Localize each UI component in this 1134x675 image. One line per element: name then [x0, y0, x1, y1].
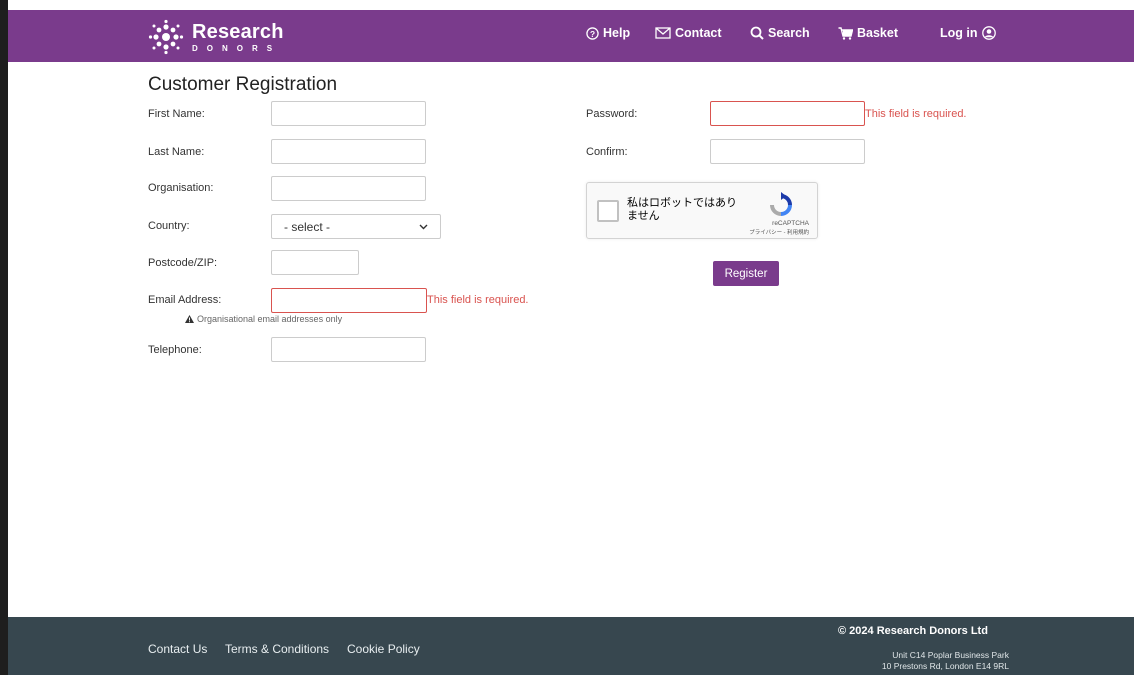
password-input[interactable] [710, 101, 865, 126]
brand-logo[interactable]: Research DONORS [148, 18, 298, 56]
country-selected-value: - select - [284, 219, 331, 234]
page-title: Customer Registration [148, 74, 338, 95]
site-header: Research DONORS ? Help Contact Search Ba… [8, 10, 1134, 62]
confirm-label: Confirm: [586, 146, 628, 158]
window-frame [0, 0, 8, 675]
email-error: This field is required. [427, 294, 529, 306]
first-name-label: First Name: [148, 108, 205, 120]
footer-cookie-policy-link[interactable]: Cookie Policy [347, 642, 420, 656]
footer-address-line1: Unit C14 Poplar Business Park [892, 650, 1009, 660]
recaptcha-logo-icon [770, 192, 792, 216]
nav-login[interactable]: Log in [940, 26, 1000, 40]
nav-basket-label: Basket [857, 26, 898, 40]
postcode-label: Postcode/ZIP: [148, 257, 218, 269]
nav-contact[interactable]: Contact [655, 26, 722, 40]
site-footer: Contact Us Terms & Conditions Cookie Pol… [8, 617, 1134, 675]
nav-help-label: Help [603, 26, 631, 40]
nav-search[interactable]: Search [750, 26, 810, 40]
last-name-input[interactable] [271, 139, 426, 164]
footer-terms-link[interactable]: Terms & Conditions [225, 642, 329, 656]
footer-copyright: © 2024 Research Donors Ltd [838, 625, 988, 637]
brand-subtitle: DONORS [192, 43, 282, 53]
email-label: Email Address: [148, 294, 222, 306]
recaptcha-widget: 私はロボットではありません reCAPTCHA プライバシー - 利用規約 [586, 182, 818, 239]
first-name-input[interactable] [271, 101, 426, 126]
logo-dots-icon [148, 19, 184, 55]
password-label: Password: [586, 108, 638, 120]
recaptcha-text: 私はロボットではありません [627, 197, 737, 222]
warning-icon [185, 315, 194, 323]
user-circle-icon [981, 26, 996, 40]
nav-contact-label: Contact [675, 26, 722, 40]
register-button[interactable]: Register [713, 261, 779, 286]
search-icon [750, 26, 764, 40]
envelope-icon [655, 27, 671, 39]
nav-help[interactable]: ? Help [586, 26, 630, 40]
telephone-input[interactable] [271, 337, 426, 362]
nav-login-label: Log in [940, 26, 978, 40]
country-label: Country: [148, 220, 190, 232]
recaptcha-checkbox[interactable] [597, 200, 619, 222]
confirm-password-input[interactable] [710, 139, 865, 164]
footer-contact-us-link[interactable]: Contact Us [148, 642, 207, 656]
brand-title: Research [192, 20, 284, 43]
recaptcha-privacy-terms-links[interactable]: プライバシー - 利用規約 [749, 228, 809, 236]
help-icon: ? [586, 26, 599, 40]
organisation-input[interactable] [271, 176, 426, 201]
nav-search-label: Search [768, 26, 810, 40]
nav-basket[interactable]: Basket [838, 26, 898, 40]
svg-text:?: ? [590, 28, 595, 38]
email-hint: Organisational email addresses only [185, 314, 342, 324]
chevron-down-icon [419, 224, 428, 229]
organisation-label: Organisation: [148, 182, 214, 194]
country-select[interactable]: - select - [271, 214, 441, 239]
cart-icon [838, 26, 853, 40]
last-name-label: Last Name: [148, 146, 205, 158]
password-error: This field is required. [865, 108, 967, 120]
postcode-input[interactable] [271, 250, 359, 275]
email-hint-text: Organisational email addresses only [197, 314, 343, 324]
telephone-label: Telephone: [148, 344, 202, 356]
footer-address-line2: 10 Prestons Rd, London E14 9RL [881, 661, 1009, 671]
email-input[interactable] [271, 288, 427, 313]
recaptcha-brand: reCAPTCHA [772, 220, 809, 227]
